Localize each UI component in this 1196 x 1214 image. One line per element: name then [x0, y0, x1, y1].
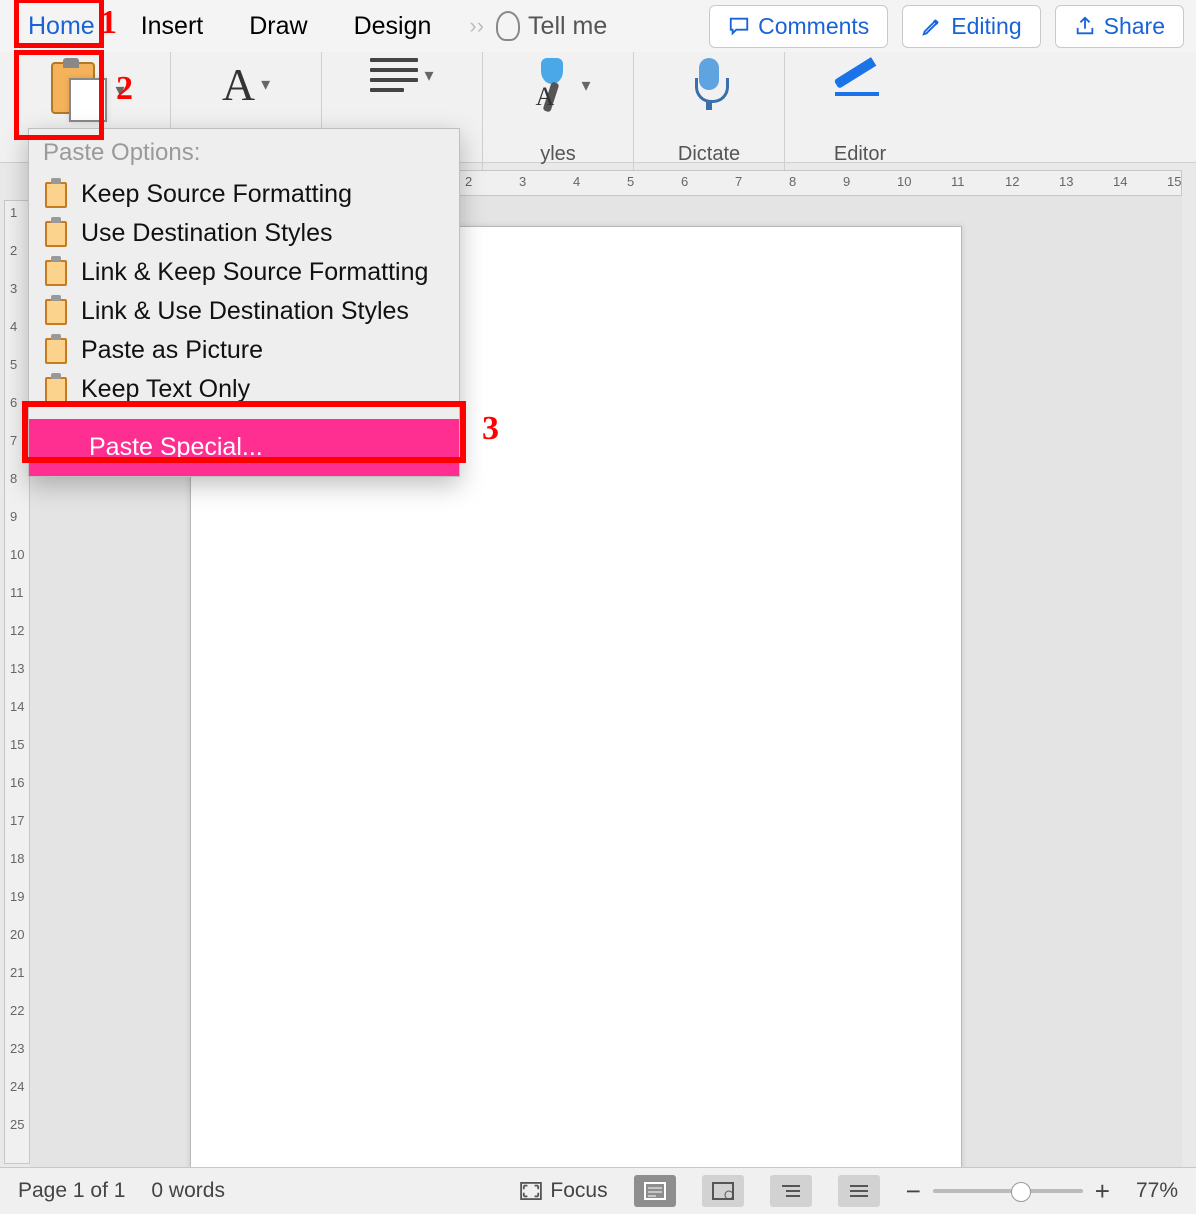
status-bar: Page 1 of 1 0 words Focus − + 77% — [0, 1167, 1196, 1214]
paste-option-item[interactable]: Use Destination Styles — [29, 214, 459, 253]
share-label: Share — [1104, 13, 1165, 40]
annotation-number-2: 2 — [116, 70, 133, 108]
font-button[interactable]: A ▾ — [222, 58, 270, 111]
share-icon — [1074, 15, 1096, 37]
annotation-number-1: 1 — [100, 4, 117, 42]
tab-design[interactable]: Design — [346, 8, 440, 45]
chevron-down-icon[interactable]: ▾ — [581, 75, 590, 96]
style-brush-icon: A — [525, 58, 575, 112]
paste-option-label: Keep Source Formatting — [81, 180, 352, 209]
pencil-icon — [921, 15, 943, 37]
paragraph-lines-icon — [370, 58, 418, 92]
dictate-label: Dictate — [634, 143, 784, 166]
paste-option-item[interactable]: Keep Source Formatting — [29, 175, 459, 214]
editing-button[interactable]: Editing — [902, 5, 1040, 48]
web-layout-view-icon[interactable] — [702, 1175, 744, 1207]
ribbon-tabbar: Home Insert Draw Design ›› Tell me Comme… — [0, 0, 1196, 53]
clipboard-small-icon — [45, 260, 67, 286]
zoom-in-button[interactable]: + — [1095, 1176, 1110, 1207]
clipboard-small-icon — [45, 221, 67, 247]
paste-option-item[interactable]: Link & Use Destination Styles — [29, 292, 459, 331]
clipboard-small-icon — [45, 338, 67, 364]
tab-insert[interactable]: Insert — [133, 8, 212, 45]
styles-button[interactable]: A ▾ — [525, 58, 590, 112]
page-indicator[interactable]: Page 1 of 1 — [18, 1179, 125, 1203]
chevron-down-icon[interactable]: ▾ — [424, 65, 433, 86]
outline-view-icon[interactable] — [770, 1175, 812, 1207]
paste-option-label: Link & Keep Source Formatting — [81, 258, 428, 287]
paste-option-item[interactable]: Paste as Picture — [29, 331, 459, 370]
zoom-control[interactable]: − + — [906, 1176, 1110, 1207]
editor-label: Editor — [785, 143, 935, 166]
word-count[interactable]: 0 words — [151, 1179, 225, 1203]
editor-pen-icon[interactable] — [833, 58, 887, 102]
paste-special-item[interactable]: Paste Special... — [29, 419, 459, 476]
clipboard-icon — [45, 58, 109, 122]
paste-option-label: Paste as Picture — [81, 336, 263, 365]
paste-option-item[interactable]: Link & Keep Source Formatting — [29, 253, 459, 292]
editor-group: Editor — [785, 52, 935, 170]
clipboard-small-icon — [45, 299, 67, 325]
paste-option-label: Use Destination Styles — [81, 219, 333, 248]
paste-button[interactable]: ▾ — [45, 58, 124, 122]
lightbulb-icon — [496, 11, 520, 41]
comment-icon — [728, 15, 750, 37]
draft-view-icon[interactable] — [838, 1175, 880, 1207]
more-tabs-icon[interactable]: ›› — [469, 13, 484, 39]
tab-draw[interactable]: Draw — [241, 8, 315, 45]
paragraph-button[interactable]: ▾ — [370, 58, 433, 92]
dictate-group: Dictate — [634, 52, 785, 170]
share-button[interactable]: Share — [1055, 5, 1184, 48]
styles-group: A ▾ yles — [483, 52, 634, 170]
clipboard-small-icon — [45, 182, 67, 208]
focus-mode-button[interactable]: Focus — [520, 1179, 607, 1203]
chevron-down-icon[interactable]: ▾ — [261, 74, 270, 95]
comments-button[interactable]: Comments — [709, 5, 888, 48]
editing-label: Editing — [951, 13, 1021, 40]
clipboard-small-icon — [45, 377, 67, 403]
print-layout-view-icon[interactable] — [634, 1175, 676, 1207]
zoom-slider-thumb[interactable] — [1011, 1182, 1031, 1202]
focus-icon — [520, 1182, 542, 1200]
vertical-ruler[interactable]: 1234567891011121314151617181920212223242… — [4, 200, 30, 1164]
microphone-icon[interactable] — [689, 58, 729, 110]
paste-option-label: Keep Text Only — [81, 375, 250, 404]
styles-label: yles — [483, 143, 633, 166]
paste-options-menu: Paste Options: Keep Source Formatting Use… — [28, 128, 460, 477]
comments-label: Comments — [758, 13, 869, 40]
paste-option-label: Link & Use Destination Styles — [81, 297, 409, 326]
tell-me-label: Tell me — [528, 12, 607, 41]
zoom-slider[interactable] — [933, 1189, 1083, 1193]
tell-me-search[interactable]: Tell me — [496, 11, 607, 41]
annotation-number-3: 3 — [482, 410, 499, 448]
zoom-out-button[interactable]: − — [906, 1176, 921, 1207]
font-a-icon: A — [222, 58, 255, 111]
zoom-level[interactable]: 77% — [1136, 1179, 1178, 1203]
paste-options-header: Paste Options: — [29, 129, 459, 175]
paste-option-item[interactable]: Keep Text Only — [29, 370, 459, 409]
tab-home[interactable]: Home — [20, 8, 103, 45]
